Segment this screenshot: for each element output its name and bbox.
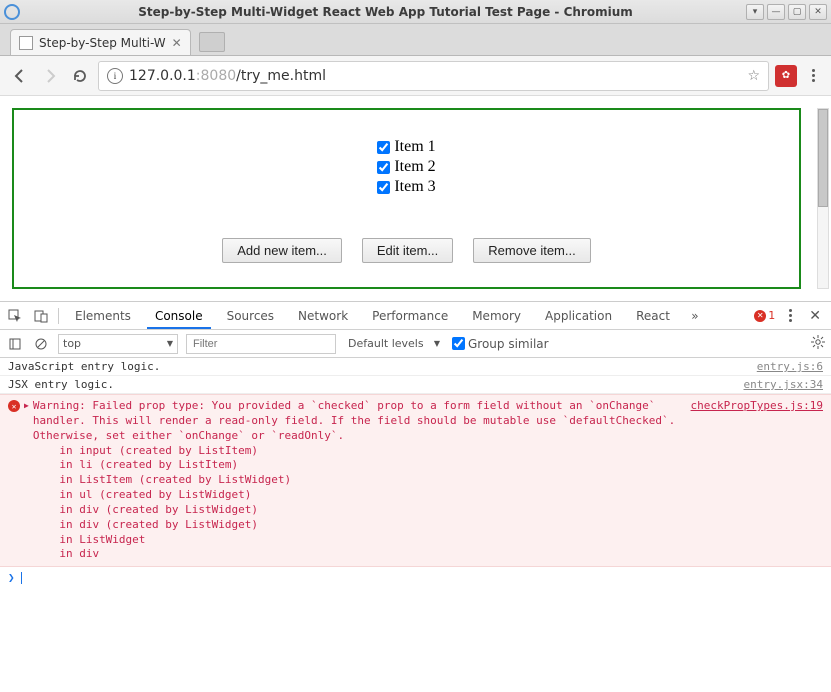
devtools-menu-button[interactable] bbox=[783, 309, 797, 322]
browser-tabstrip: Step-by-Step Multi-W ✕ bbox=[0, 24, 831, 56]
window-minimize-button[interactable]: — bbox=[767, 4, 785, 20]
more-tabs-icon[interactable]: » bbox=[686, 307, 704, 325]
chevron-down-icon: ▼ bbox=[434, 339, 440, 348]
expand-arrow-icon[interactable]: ▶ bbox=[24, 401, 29, 410]
devtools-tab-console[interactable]: Console bbox=[147, 303, 211, 329]
error-message: Warning: Failed prop type: You provided … bbox=[33, 399, 679, 562]
console-log-row: JSX entry logic. entry.jsx:34 bbox=[0, 376, 831, 394]
log-source-link[interactable]: entry.jsx:34 bbox=[744, 378, 823, 391]
devtools-tabbar: Elements Console Sources Network Perform… bbox=[0, 302, 831, 330]
console-sidebar-toggle-icon[interactable] bbox=[6, 335, 24, 353]
item-checkbox[interactable] bbox=[377, 161, 390, 174]
window-ontop-button[interactable]: ▾ bbox=[746, 4, 764, 20]
log-message: JavaScript entry logic. bbox=[8, 360, 757, 373]
window-maximize-button[interactable]: ▢ bbox=[788, 4, 806, 20]
new-tab-button[interactable] bbox=[199, 32, 225, 52]
reload-icon bbox=[72, 68, 88, 84]
inspect-element-icon[interactable] bbox=[6, 307, 24, 325]
arrow-left-icon bbox=[12, 68, 28, 84]
item-label: Item 3 bbox=[394, 178, 435, 196]
error-source-link[interactable]: checkPropTypes.js:19 bbox=[691, 399, 823, 412]
error-count-badge[interactable]: ✕1 bbox=[754, 309, 775, 322]
site-info-icon[interactable]: i bbox=[107, 68, 123, 84]
address-toolbar: i 127.0.0.1:8080/try_me.html ☆ ✿ bbox=[0, 56, 831, 96]
forward-button[interactable] bbox=[38, 64, 62, 88]
list-item: Item 1 bbox=[377, 138, 435, 156]
devtools-panel: Elements Console Sources Network Perform… bbox=[0, 301, 831, 692]
group-similar-label: Group similar bbox=[468, 337, 549, 351]
console-output: JavaScript entry logic. entry.js:6 JSX e… bbox=[0, 358, 831, 692]
levels-value: Default levels bbox=[348, 337, 424, 350]
tab-close-icon[interactable]: ✕ bbox=[172, 36, 182, 50]
chrome-menu-button[interactable] bbox=[803, 69, 823, 82]
devtools-tab-memory[interactable]: Memory bbox=[464, 303, 529, 329]
console-log-row: JavaScript entry logic. entry.js:6 bbox=[0, 358, 831, 376]
console-filterbar: top ▼ Default levels ▼ Group similar bbox=[0, 330, 831, 358]
console-settings-icon[interactable] bbox=[811, 335, 825, 352]
log-message: JSX entry logic. bbox=[8, 378, 744, 391]
reload-button[interactable] bbox=[68, 64, 92, 88]
bookmark-star-icon[interactable]: ☆ bbox=[747, 68, 760, 84]
button-row: Add new item... Edit item... Remove item… bbox=[222, 238, 590, 263]
context-selector[interactable]: top ▼ bbox=[58, 334, 178, 354]
device-toolbar-icon[interactable] bbox=[32, 307, 50, 325]
error-dot-icon: ✕ bbox=[754, 310, 766, 322]
chromium-icon bbox=[4, 4, 20, 20]
context-value: top bbox=[63, 337, 81, 350]
extension-icon[interactable]: ✿ bbox=[775, 65, 797, 87]
item-list: Item 1 Item 2 Item 3 bbox=[377, 138, 435, 198]
prompt-caret-icon: ❯ bbox=[8, 571, 15, 584]
page-viewport: Item 1 Item 2 Item 3 Add new item... Edi… bbox=[0, 96, 831, 301]
devtools-tab-sources[interactable]: Sources bbox=[219, 303, 282, 329]
window-titlebar: Step-by-Step Multi-Widget React Web App … bbox=[0, 0, 831, 24]
log-levels-selector[interactable]: Default levels ▼ bbox=[344, 334, 444, 354]
remove-item-button[interactable]: Remove item... bbox=[473, 238, 590, 263]
devtools-tab-network[interactable]: Network bbox=[290, 303, 356, 329]
devtools-tab-elements[interactable]: Elements bbox=[67, 303, 139, 329]
window-close-button[interactable]: ✕ bbox=[809, 4, 827, 20]
page-scrollbar[interactable] bbox=[817, 108, 829, 289]
favicon-icon bbox=[19, 36, 33, 50]
console-prompt[interactable]: ❯ bbox=[0, 567, 831, 588]
group-similar-input[interactable] bbox=[452, 337, 465, 350]
scrollbar-thumb[interactable] bbox=[818, 109, 828, 207]
log-source-link[interactable]: entry.js:6 bbox=[757, 360, 823, 373]
item-checkbox[interactable] bbox=[377, 141, 390, 154]
edit-item-button[interactable]: Edit item... bbox=[362, 238, 453, 263]
error-count-value: 1 bbox=[768, 309, 775, 322]
address-input[interactable]: i 127.0.0.1:8080/try_me.html ☆ bbox=[98, 61, 769, 91]
list-item: Item 2 bbox=[377, 158, 435, 176]
clear-console-icon[interactable] bbox=[32, 335, 50, 353]
item-label: Item 1 bbox=[394, 138, 435, 156]
error-icon: ✕ bbox=[8, 400, 20, 412]
tab-title: Step-by-Step Multi-W bbox=[39, 36, 166, 50]
arrow-right-icon bbox=[42, 68, 58, 84]
back-button[interactable] bbox=[8, 64, 32, 88]
item-label: Item 2 bbox=[394, 158, 435, 176]
chevron-down-icon: ▼ bbox=[167, 339, 173, 348]
list-item: Item 3 bbox=[377, 178, 435, 196]
list-widget: Item 1 Item 2 Item 3 Add new item... Edi… bbox=[12, 108, 801, 289]
text-cursor bbox=[21, 572, 22, 584]
url-host: 127.0.0.1:8080/try_me.html bbox=[129, 68, 326, 84]
devtools-tab-application[interactable]: Application bbox=[537, 303, 620, 329]
devtools-tab-performance[interactable]: Performance bbox=[364, 303, 456, 329]
browser-tab[interactable]: Step-by-Step Multi-W ✕ bbox=[10, 29, 191, 55]
window-title: Step-by-Step Multi-Widget React Web App … bbox=[28, 5, 743, 19]
devtools-close-button[interactable]: ✕ bbox=[805, 308, 825, 324]
devtools-tab-react[interactable]: React bbox=[628, 303, 678, 329]
console-error-row: ✕ ▶ Warning: Failed prop type: You provi… bbox=[0, 394, 831, 567]
item-checkbox[interactable] bbox=[377, 181, 390, 194]
group-similar-checkbox[interactable]: Group similar bbox=[452, 337, 549, 351]
add-item-button[interactable]: Add new item... bbox=[222, 238, 342, 263]
console-filter-input[interactable] bbox=[186, 334, 336, 354]
